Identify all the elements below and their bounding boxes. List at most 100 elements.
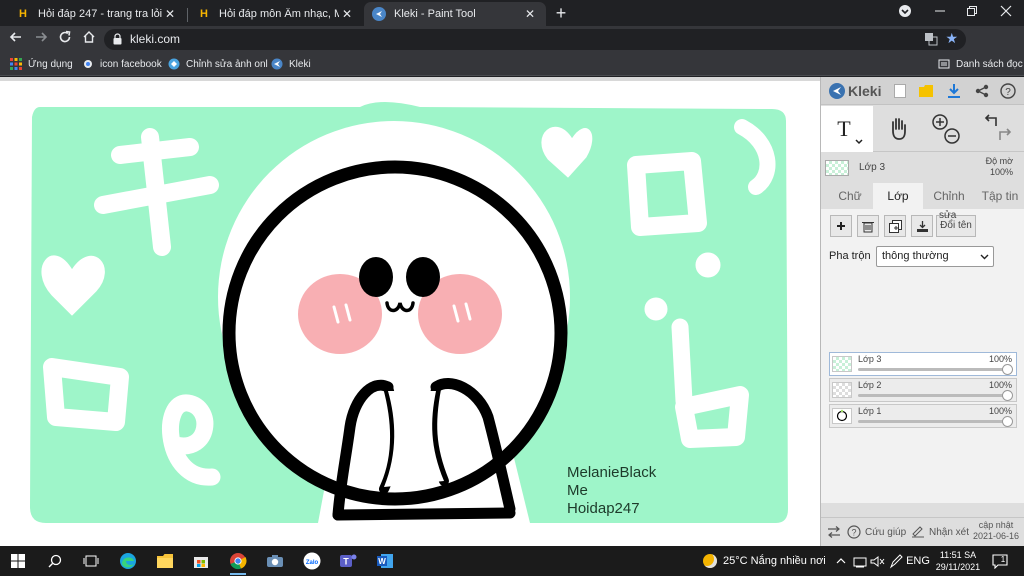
browser-tab-hoidap[interactable]: H Hỏi đáp 247 - trang tra lỏi ✕ bbox=[8, 2, 186, 26]
search-icon[interactable] bbox=[44, 550, 66, 572]
bookmark-label: icon facebook bbox=[100, 58, 162, 70]
minimize-window-icon[interactable] bbox=[930, 4, 950, 22]
drawing-canvas[interactable]: MelanieBlack Me Hoidap247 bbox=[0, 77, 820, 546]
clock-time: 11:51 SA bbox=[939, 550, 977, 560]
bookmark-photo-editor[interactable]: Chỉnh sửa ảnh onl bbox=[168, 56, 268, 72]
bookmark-label: Ứng dụng bbox=[28, 58, 73, 70]
file-explorer-icon[interactable] bbox=[154, 550, 176, 572]
close-tab-icon[interactable]: ✕ bbox=[339, 7, 355, 21]
text-tool-button[interactable]: T bbox=[821, 106, 873, 152]
reading-list-button[interactable]: Danh sách đọc bbox=[938, 56, 1023, 72]
layer-opacity-slider[interactable] bbox=[858, 394, 1008, 397]
slider-knob[interactable] bbox=[1002, 416, 1013, 427]
hand-tool-button[interactable] bbox=[881, 106, 917, 152]
store-icon[interactable] bbox=[190, 550, 212, 572]
share-icon[interactable] bbox=[973, 82, 991, 100]
kleki-icon bbox=[829, 83, 845, 99]
merge-layer-button[interactable] bbox=[911, 215, 933, 237]
bookmark-star-icon[interactable]: ★ bbox=[945, 30, 958, 47]
close-tab-icon[interactable]: ✕ bbox=[522, 7, 538, 21]
clock[interactable]: 11:51 SA 29/11/2021 bbox=[934, 549, 982, 573]
slider-knob[interactable] bbox=[1002, 390, 1013, 401]
volume-icon[interactable] bbox=[870, 552, 886, 570]
hoidap-favicon-icon: H bbox=[200, 8, 208, 20]
tab-text[interactable]: Chữ bbox=[827, 183, 873, 209]
zoom-out-icon[interactable] bbox=[944, 128, 960, 144]
layer-opacity-slider[interactable] bbox=[858, 368, 1008, 371]
layer-item-1[interactable]: Lớp 1 100% bbox=[829, 404, 1017, 428]
bookmark-kleki[interactable]: Kleki bbox=[271, 56, 311, 72]
address-bar[interactable]: kleki.com ★ bbox=[104, 29, 966, 50]
panel-tabs: Chữ Lớp Chỉnh Tập tin bbox=[821, 183, 1024, 209]
panel-footer: ? Cứu giúp Nhận xét cập nhật 2021-06-16 bbox=[821, 517, 1024, 546]
chevron-down-icon bbox=[980, 247, 989, 273]
tab-file[interactable]: Tập tin bbox=[975, 183, 1024, 209]
edge-icon[interactable] bbox=[117, 550, 139, 572]
bookmark-icon-facebook[interactable]: icon facebook bbox=[82, 56, 162, 72]
bookmark-apps[interactable]: Ứng dụng bbox=[10, 56, 73, 72]
back-icon[interactable] bbox=[7, 30, 25, 48]
kleki-icon bbox=[372, 7, 386, 21]
undo-icon[interactable] bbox=[984, 114, 997, 126]
zoom-in-icon[interactable] bbox=[932, 114, 948, 130]
layer-item-2[interactable]: Lớp 2 100% bbox=[829, 378, 1017, 402]
duplicate-layer-button[interactable] bbox=[884, 215, 906, 237]
signature-text: MelanieBlack Me Hoidap247 bbox=[567, 464, 656, 518]
help-icon[interactable]: ? bbox=[999, 82, 1017, 100]
pen-icon[interactable] bbox=[888, 552, 904, 570]
open-folder-icon[interactable] bbox=[917, 82, 935, 100]
blend-mode-select[interactable]: thông thường bbox=[876, 246, 994, 267]
notification-icon[interactable]: 1 bbox=[992, 553, 1008, 570]
close-window-icon[interactable] bbox=[996, 4, 1016, 22]
redo-icon[interactable] bbox=[999, 128, 1012, 140]
layer-opacity-slider[interactable] bbox=[858, 420, 1008, 423]
home-icon[interactable] bbox=[80, 30, 98, 48]
add-layer-button[interactable] bbox=[830, 215, 852, 237]
slider-knob[interactable] bbox=[1002, 364, 1013, 375]
delete-layer-button[interactable] bbox=[857, 215, 879, 237]
restore-window-icon[interactable] bbox=[962, 4, 982, 22]
download-icon[interactable] bbox=[945, 82, 963, 100]
task-view-icon[interactable] bbox=[80, 550, 102, 572]
svg-text:T: T bbox=[837, 116, 851, 141]
tray-chevron-up-icon[interactable] bbox=[834, 552, 848, 570]
tab-title: Kleki - Paint Tool bbox=[394, 8, 476, 20]
word-icon[interactable]: W bbox=[374, 550, 396, 572]
update-info[interactable]: cập nhật 2021-06-16 bbox=[973, 520, 1019, 542]
layer-item-3[interactable]: Lớp 3 100% bbox=[829, 352, 1017, 376]
rename-layer-button[interactable]: sửa Đổi tên bbox=[936, 210, 976, 237]
feedback-button[interactable]: Nhận xét bbox=[911, 523, 969, 541]
weather-widget[interactable]: 25°C Nắng nhiều nơi bbox=[703, 552, 826, 570]
chrome-taskbar-icon[interactable] bbox=[227, 550, 249, 575]
kleki-logo[interactable]: Kleki bbox=[829, 82, 881, 100]
teams-icon[interactable]: T bbox=[337, 550, 359, 572]
svg-text:?: ? bbox=[851, 528, 856, 538]
swap-side-icon[interactable] bbox=[827, 523, 841, 541]
network-icon[interactable] bbox=[852, 552, 868, 570]
browser-toolbar: kleki.com ★ N bbox=[0, 26, 1024, 74]
layer-name: Lớp 2 bbox=[858, 380, 882, 390]
weather-text: 25°C Nắng nhiều nơi bbox=[723, 555, 826, 567]
kleki-page: MelanieBlack Me Hoidap247 Kleki ? T Lớp … bbox=[0, 77, 1024, 546]
layer-thumbnail bbox=[832, 356, 852, 372]
lock-icon bbox=[113, 33, 122, 45]
browser-tab-kleki[interactable]: Kleki - Paint Tool ✕ bbox=[364, 2, 546, 26]
new-image-icon[interactable] bbox=[891, 82, 909, 100]
help-button[interactable]: ? Cứu giúp bbox=[847, 523, 906, 541]
tab-search-icon[interactable] bbox=[895, 4, 915, 22]
language-indicator[interactable]: ENG bbox=[906, 552, 930, 570]
new-tab-button[interactable]: + bbox=[552, 4, 570, 22]
translate-icon[interactable] bbox=[924, 32, 938, 49]
forward-icon[interactable] bbox=[32, 30, 50, 48]
windows-start-icon[interactable] bbox=[7, 550, 29, 572]
tab-layers[interactable]: Lớp bbox=[873, 183, 923, 209]
camera-icon[interactable] bbox=[264, 550, 286, 572]
zalo-icon[interactable]: Zalo bbox=[301, 550, 323, 572]
browser-tab-hoidap-music[interactable]: H Hỏi đáp môn Âm nhạc, Mỹ thuật ✕ bbox=[189, 2, 363, 26]
kleki-side-panel: Kleki ? T Lớp 3 Độ mờ 100% Chữ Lớp Chỉnh… bbox=[820, 77, 1024, 546]
close-tab-icon[interactable]: ✕ bbox=[162, 7, 178, 21]
svg-text:Zalo: Zalo bbox=[306, 560, 319, 566]
svg-text:?: ? bbox=[1005, 87, 1011, 98]
layer-opacity: 100% bbox=[988, 380, 1012, 390]
reload-icon[interactable] bbox=[56, 30, 74, 48]
